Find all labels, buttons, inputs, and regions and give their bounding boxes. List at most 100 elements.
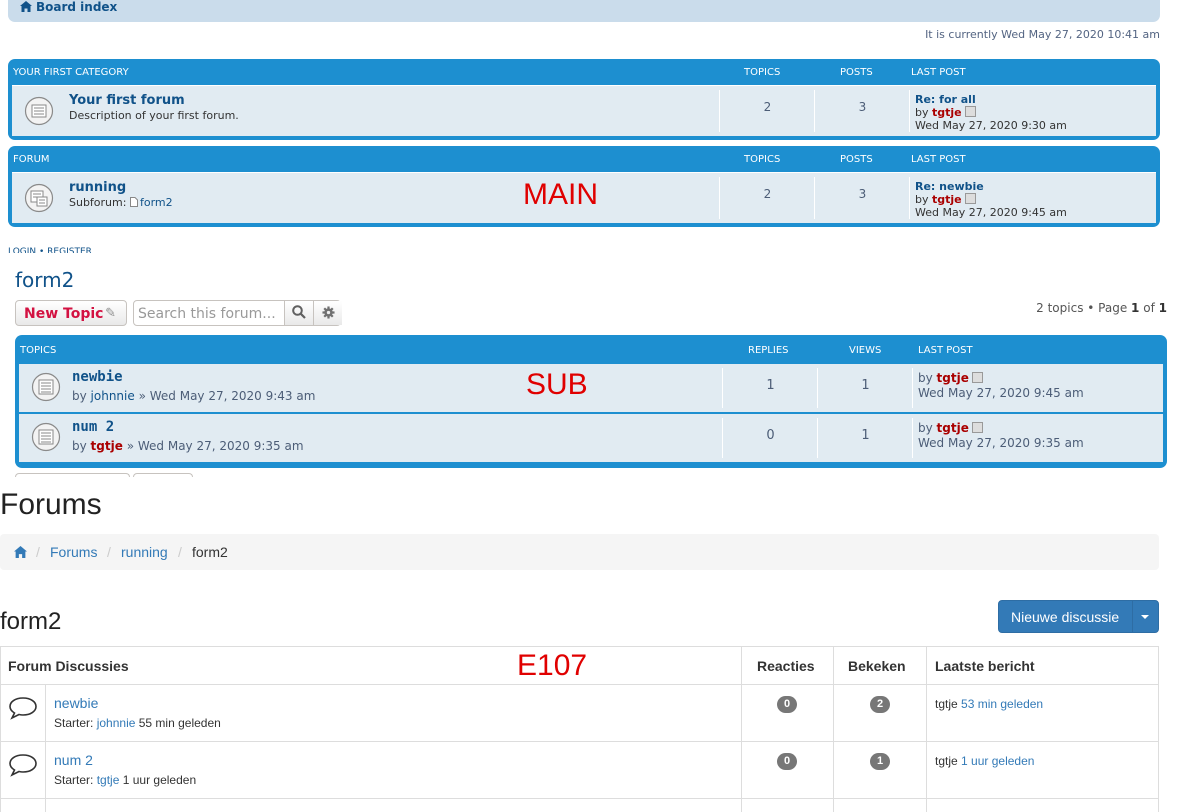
divider xyxy=(909,177,910,219)
last-post-link[interactable]: 1 uur geleden xyxy=(961,754,1034,768)
forum-row: Your first forum Description of your fir… xyxy=(12,85,1156,136)
pagination-page: 1 xyxy=(1131,301,1140,315)
search-input[interactable] xyxy=(136,303,285,325)
topic-row: num 2 by tgtje » Wed May 27, 2020 9:35 a… xyxy=(19,414,1163,462)
speech-bubble-icon xyxy=(9,754,37,777)
last-post-time: Wed May 27, 2020 9:35 am xyxy=(918,436,1084,450)
table-border xyxy=(0,741,1159,742)
col-discussions: Forum Discussies xyxy=(8,658,129,674)
topic-title-link[interactable]: num 2 xyxy=(72,419,114,435)
breadcrumb-separator: / xyxy=(178,544,182,560)
topic-date: » Wed May 27, 2020 9:43 am xyxy=(138,389,316,403)
current-time: It is currently Wed May 27, 2020 10:41 a… xyxy=(925,28,1160,41)
category-block: FORUM TOPICS POSTS LAST POST running Sub… xyxy=(8,146,1160,227)
new-discussion-button[interactable]: Nieuwe discussie xyxy=(998,600,1159,633)
view-latest-post-icon[interactable] xyxy=(971,422,983,433)
topic-by: by xyxy=(72,439,87,453)
divider xyxy=(912,418,913,458)
topic-replies: 1 xyxy=(766,378,775,393)
forum-description: Description of your first forum. xyxy=(69,109,239,122)
forum-title: form2 xyxy=(0,608,62,635)
col-last-post: LAST POST xyxy=(918,345,973,356)
topic-by: by xyxy=(72,389,87,403)
topic-read-icon xyxy=(31,422,61,452)
cutoff-button xyxy=(133,473,193,477)
view-latest-post-icon[interactable] xyxy=(964,106,976,117)
last-post-link[interactable]: Re: newbie xyxy=(915,180,984,193)
last-post-user[interactable]: tgtje xyxy=(937,371,969,385)
starter-link[interactable]: tgtje xyxy=(97,773,120,787)
col-replies: REPLIES xyxy=(748,345,789,356)
subforum-icon xyxy=(129,197,138,207)
search-button[interactable] xyxy=(284,301,313,325)
speech-bubble-icon xyxy=(9,697,37,720)
last-post-link[interactable]: 53 min geleden xyxy=(961,697,1043,711)
starter-label: Starter: xyxy=(54,773,94,787)
topic-author[interactable]: tgtje xyxy=(91,439,123,453)
search-forum xyxy=(133,300,342,326)
subforum-line: Subforum: form2 xyxy=(69,196,173,209)
topic-author[interactable]: johnnie xyxy=(91,389,135,403)
last-post-info: tgtje 53 min geleden xyxy=(935,697,1043,711)
breadcrumb-label: Board index xyxy=(36,0,118,14)
starter-link[interactable]: johnnie xyxy=(97,716,136,730)
table-border xyxy=(0,647,1,812)
col-last-post: LAST POST xyxy=(911,67,966,78)
replies-badge: 0 xyxy=(777,753,797,770)
topic-last-post: by tgtje Wed May 27, 2020 9:45 am xyxy=(918,371,1084,401)
table-border xyxy=(926,647,927,812)
forum-title-link[interactable]: running xyxy=(69,180,126,195)
last-post-user: tgtje xyxy=(935,754,958,768)
col-last-post: LAST POST xyxy=(911,154,966,165)
table-border xyxy=(1158,647,1159,812)
topic-title-link[interactable]: newbie xyxy=(72,369,123,385)
topic-read-icon xyxy=(31,372,61,402)
cutoff-button xyxy=(15,473,130,477)
forum-title-link[interactable]: Your first forum xyxy=(69,93,185,108)
last-post-user[interactable]: tgtje xyxy=(937,421,969,435)
discussion-title-link[interactable]: newbie xyxy=(54,695,98,711)
category-block: YOUR FIRST CATEGORY TOPICS POSTS LAST PO… xyxy=(8,59,1160,140)
breadcrumb-running[interactable]: running xyxy=(121,544,168,560)
caret-down-icon[interactable] xyxy=(1141,615,1149,619)
forum-posts-count: 3 xyxy=(858,187,867,201)
advanced-search-button[interactable] xyxy=(313,301,342,325)
category-title[interactable]: YOUR FIRST CATEGORY xyxy=(13,67,129,78)
last-post-by: by xyxy=(918,371,933,385)
breadcrumb-forums[interactable]: Forums xyxy=(50,544,97,560)
category-title[interactable]: FORUM xyxy=(13,154,50,165)
topic-date: » Wed May 27, 2020 9:35 am xyxy=(126,439,304,453)
divider xyxy=(909,90,910,132)
main-annotation-label: MAIN xyxy=(523,178,598,211)
table-border xyxy=(833,647,834,812)
pagination-info: 2 topics • Page 1 of 1 xyxy=(1036,301,1167,315)
last-post-user[interactable]: tgtje xyxy=(932,193,962,206)
home-icon[interactable] xyxy=(14,546,27,558)
forum-page-title[interactable]: form2 xyxy=(15,268,74,292)
last-post-user[interactable]: tgtje xyxy=(932,106,962,119)
sub-annotation-label: SUB xyxy=(526,368,588,401)
col-topics: TOPICS xyxy=(744,67,781,78)
last-post-link[interactable]: Re: for all xyxy=(915,93,976,106)
discussion-title-link[interactable]: num 2 xyxy=(54,752,93,768)
forum-posts-count: 3 xyxy=(858,100,867,114)
pagination-prefix: 2 topics • Page xyxy=(1036,301,1128,315)
breadcrumb-board-index[interactable]: Board index xyxy=(20,0,117,14)
cutoff-login-register[interactable]: LOGIN • REGISTER xyxy=(8,247,92,253)
category-header: FORUM TOPICS POSTS LAST POST xyxy=(8,146,1160,172)
discussion-age: 1 uur geleden xyxy=(122,773,197,787)
view-latest-post-icon[interactable] xyxy=(971,372,983,383)
last-post-info: Re: for all by tgtje Wed May 27, 2020 9:… xyxy=(915,93,1067,132)
table-border xyxy=(45,685,46,812)
subforum-link[interactable]: form2 xyxy=(129,196,173,209)
table-border xyxy=(0,798,1159,799)
new-topic-button[interactable]: New Topic ✎ xyxy=(15,300,127,326)
views-badge: 2 xyxy=(870,696,890,713)
view-latest-post-icon[interactable] xyxy=(964,193,976,204)
col-topics: TOPICS xyxy=(744,154,781,165)
last-post-time: Wed May 27, 2020 9:45 am xyxy=(918,386,1084,400)
col-last-post: Laatste bericht xyxy=(935,658,1035,674)
last-post-user: tgtje xyxy=(935,697,958,711)
discussions-table: E107 Forum Discussies Reacties Bekeken L… xyxy=(0,646,1159,812)
table-border xyxy=(741,647,742,812)
